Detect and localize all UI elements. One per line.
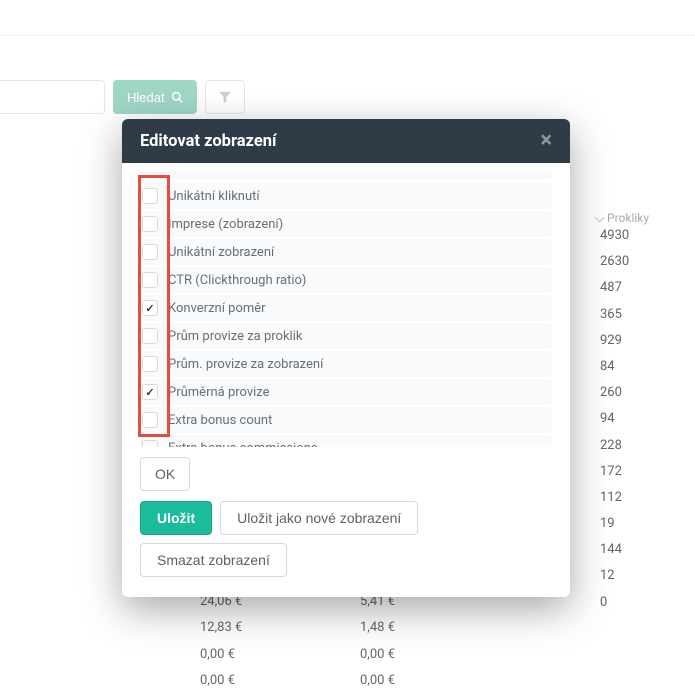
checkbox[interactable] <box>142 412 158 428</box>
option-row[interactable]: Imprese (zobrazení) <box>140 211 552 237</box>
option-row[interactable]: Unikátní zobrazení <box>140 239 552 265</box>
edit-view-modal: Editovat zobrazení × Unikátní kliknutí Im… <box>122 119 570 597</box>
option-label: CTR (Clickthrough ratio) <box>168 273 306 288</box>
truncated-row <box>140 171 552 179</box>
options-list: Unikátní kliknutí Imprese (zobrazení) Unik… <box>140 183 552 447</box>
option-row[interactable]: Extra bonus count <box>140 407 552 433</box>
option-row[interactable]: Prům provize za proklik <box>140 323 552 349</box>
option-label: Imprese (zobrazení) <box>168 217 283 232</box>
option-label: Unikátní zobrazení <box>168 245 274 260</box>
option-row[interactable]: Unikátní kliknutí <box>140 183 552 209</box>
checkbox[interactable] <box>142 272 158 288</box>
checkbox[interactable] <box>142 356 158 372</box>
modal-footer: OK Uložit Uložit jako nové zobrazení Sma… <box>122 447 570 597</box>
checkbox[interactable] <box>142 440 158 447</box>
checkbox[interactable] <box>142 188 158 204</box>
checkbox[interactable] <box>142 244 158 260</box>
checkbox[interactable] <box>142 216 158 232</box>
option-row[interactable]: Průměrná provize <box>140 379 552 405</box>
save-as-button[interactable]: Uložit jako nové zobrazení <box>220 501 418 535</box>
modal-overlay: Editovat zobrazení × Unikátní kliknutí Im… <box>0 0 695 695</box>
option-label: Extra bonus count <box>168 413 272 428</box>
option-row[interactable]: Extra bonus commissions <box>140 435 552 447</box>
option-label: Prům. provize za zobrazení <box>168 357 323 372</box>
option-label: Průměrná provize <box>168 385 270 400</box>
modal-title: Editovat zobrazení <box>140 132 277 151</box>
option-label: Unikátní kliknutí <box>168 189 260 204</box>
checkbox[interactable] <box>142 300 158 316</box>
ok-button[interactable]: OK <box>140 457 190 491</box>
checkbox[interactable] <box>142 384 158 400</box>
checkbox[interactable] <box>142 328 158 344</box>
delete-view-button[interactable]: Smazat zobrazení <box>140 543 287 577</box>
option-label: Konverzní poměr <box>168 301 266 316</box>
save-button[interactable]: Uložit <box>140 501 212 535</box>
option-row[interactable]: Prům. provize za zobrazení <box>140 351 552 377</box>
modal-header: Editovat zobrazení × <box>122 119 570 163</box>
option-row[interactable]: Konverzní poměr <box>140 295 552 321</box>
option-row[interactable]: CTR (Clickthrough ratio) <box>140 267 552 293</box>
option-label: Prům provize za proklik <box>168 329 302 344</box>
modal-body: Unikátní kliknutí Imprese (zobrazení) Unik… <box>122 163 570 447</box>
close-icon[interactable]: × <box>540 130 552 152</box>
option-label: Extra bonus commissions <box>168 441 318 448</box>
